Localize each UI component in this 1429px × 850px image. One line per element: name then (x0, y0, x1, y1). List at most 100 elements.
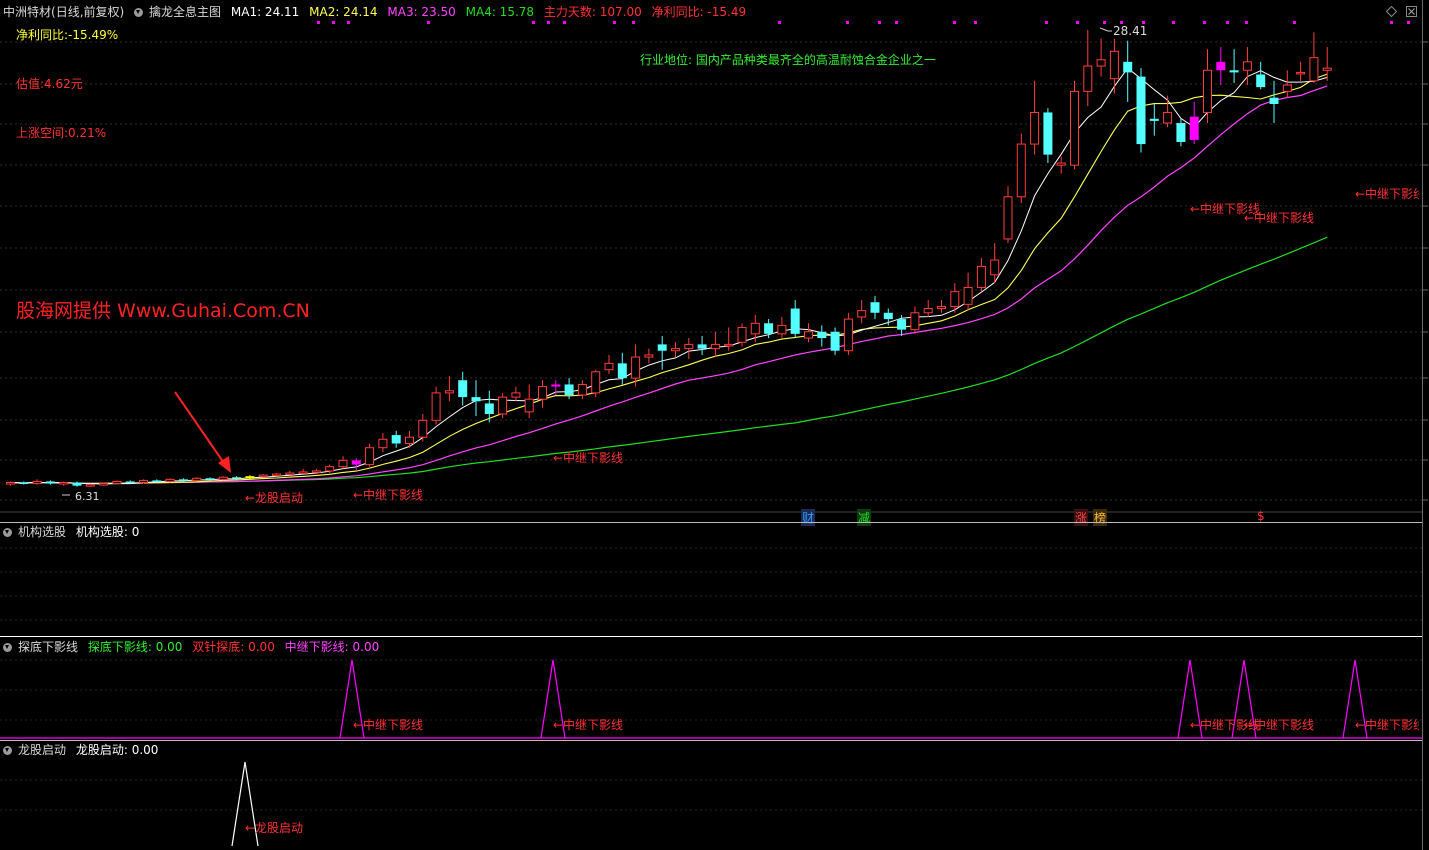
candle-body (1003, 196, 1013, 240)
candle-body (750, 322, 760, 335)
relay-shadow-annotation: ←中继下影线 (553, 718, 624, 732)
candle-body (671, 348, 680, 352)
ma4-line (10, 236, 1328, 484)
signal-dot (1045, 21, 1048, 24)
candle-body (72, 482, 82, 486)
relay-shadow-annotation: ←中继下影线 (353, 718, 424, 732)
diamond-icon[interactable] (1385, 5, 1398, 18)
candle-body (1070, 90, 1079, 166)
panel3-value3: 中继下影线: 0.00 (284, 640, 380, 654)
candle-body (1242, 61, 1252, 71)
candle-body (418, 419, 428, 438)
candle-body (1203, 69, 1212, 113)
candle-body (1163, 111, 1173, 124)
panel3-value2: 双针探底: 0.00 (192, 640, 275, 654)
candle-body (577, 383, 587, 396)
candle-body (817, 331, 827, 339)
panel-divider[interactable] (0, 740, 1422, 741)
panel2-header: 机构选股 机构选股: 0 (3, 523, 145, 541)
candle-body (538, 386, 547, 400)
ma3-line (10, 85, 1328, 484)
event-reduce-icon[interactable]: 减 (857, 509, 872, 526)
candle-body (1322, 67, 1332, 71)
max-price-label: 28.41 (1113, 24, 1148, 38)
candle-body (471, 397, 481, 402)
candle-body (1282, 84, 1292, 92)
candle-body (125, 481, 135, 483)
candle-body (710, 343, 720, 350)
panel3-value1: 探底下影线: 0.00 (87, 640, 183, 654)
candle-body (724, 343, 734, 347)
signal-dot (347, 21, 350, 24)
arrow-icon (174, 391, 227, 467)
event-finance-icon[interactable]: 财 (801, 509, 816, 526)
candle-body (444, 390, 454, 394)
candle-body (232, 477, 242, 479)
candle-body (431, 392, 441, 421)
event-list-icon[interactable]: 榜 (1093, 509, 1108, 526)
candle-body (85, 484, 95, 487)
dropdown-icon[interactable] (3, 528, 12, 537)
relay-shadow-annotation: ←中继下影线 (1355, 187, 1419, 201)
candle-body (1176, 122, 1186, 142)
price-axis-border (1422, 0, 1423, 850)
candle-body (511, 392, 521, 398)
candle-body (830, 331, 840, 351)
signal-dot (332, 21, 335, 24)
signal-dot (1226, 21, 1229, 24)
candle-body (458, 380, 468, 398)
signal-dot (974, 21, 977, 24)
signal-dot (778, 21, 781, 24)
candle-body (1109, 50, 1119, 80)
candle-body (1123, 61, 1133, 73)
candle-body (617, 363, 627, 379)
candle-body (1256, 74, 1266, 88)
signal-dot (427, 21, 430, 24)
panel3-header: 探底下影线 探底下影线: 0.00 双针探底: 0.00 中继下影线: 0.00 (3, 638, 385, 656)
candle-body (631, 356, 641, 379)
candle-body (1309, 57, 1319, 82)
candle-body (484, 403, 494, 414)
close-icon[interactable] (1406, 6, 1417, 17)
candle-body (857, 310, 867, 318)
watermark-text: 股海网提供 Www.Guhai.Com.CN (16, 300, 310, 322)
dragon-start-annotation: ←龙股启动 (245, 491, 304, 505)
candle-body (976, 265, 986, 288)
signal-dot (1245, 21, 1248, 24)
candle-body (298, 471, 308, 474)
dropdown-icon[interactable] (3, 643, 12, 652)
valuation-label: 估值:4.62元 (16, 77, 83, 91)
candle-body (764, 323, 774, 334)
industry-label: 行业地位: 国内产品种类最齐全的高温耐蚀合金企业之一 (640, 53, 936, 67)
chart-window: 中洲特材(日线,前复权) 擒龙全息主图 MA1: 24.11 MA2: 24.1… (0, 0, 1429, 850)
ma1-line (10, 67, 1328, 485)
panel2-name[interactable]: 机构选股 (18, 525, 66, 539)
signal-dot (563, 21, 566, 24)
candle-body (351, 460, 361, 465)
candle-body (6, 482, 15, 485)
candle-body (258, 474, 268, 478)
panel3-name[interactable]: 探底下影线 (18, 640, 78, 654)
signal-dot (1390, 21, 1393, 24)
candle-body (564, 384, 574, 395)
indicator-name[interactable]: 擒龙全息主图 (149, 5, 221, 19)
candle-body (591, 371, 601, 394)
dropdown-icon[interactable] (134, 8, 144, 17)
period-mode[interactable]: (日线,前复权) (51, 5, 124, 19)
event-dollar-icon[interactable]: $ (1257, 509, 1265, 523)
panel4-name[interactable]: 龙股启动 (18, 743, 66, 757)
candle-body (112, 480, 122, 485)
panel-divider[interactable] (0, 522, 1422, 523)
event-limitup-icon[interactable]: 涨 (1074, 509, 1089, 526)
candle-body (1016, 143, 1026, 198)
candle-body (923, 308, 933, 314)
panel-divider[interactable] (0, 636, 1422, 637)
candle-body (843, 318, 853, 352)
candle-body (325, 466, 335, 472)
candle-body (338, 459, 348, 468)
candle-body (1030, 111, 1040, 145)
stock-name[interactable]: 中洲特材 (3, 5, 51, 19)
dropdown-icon[interactable] (3, 746, 12, 755)
candle-body (59, 482, 69, 485)
candle-body (910, 312, 920, 331)
